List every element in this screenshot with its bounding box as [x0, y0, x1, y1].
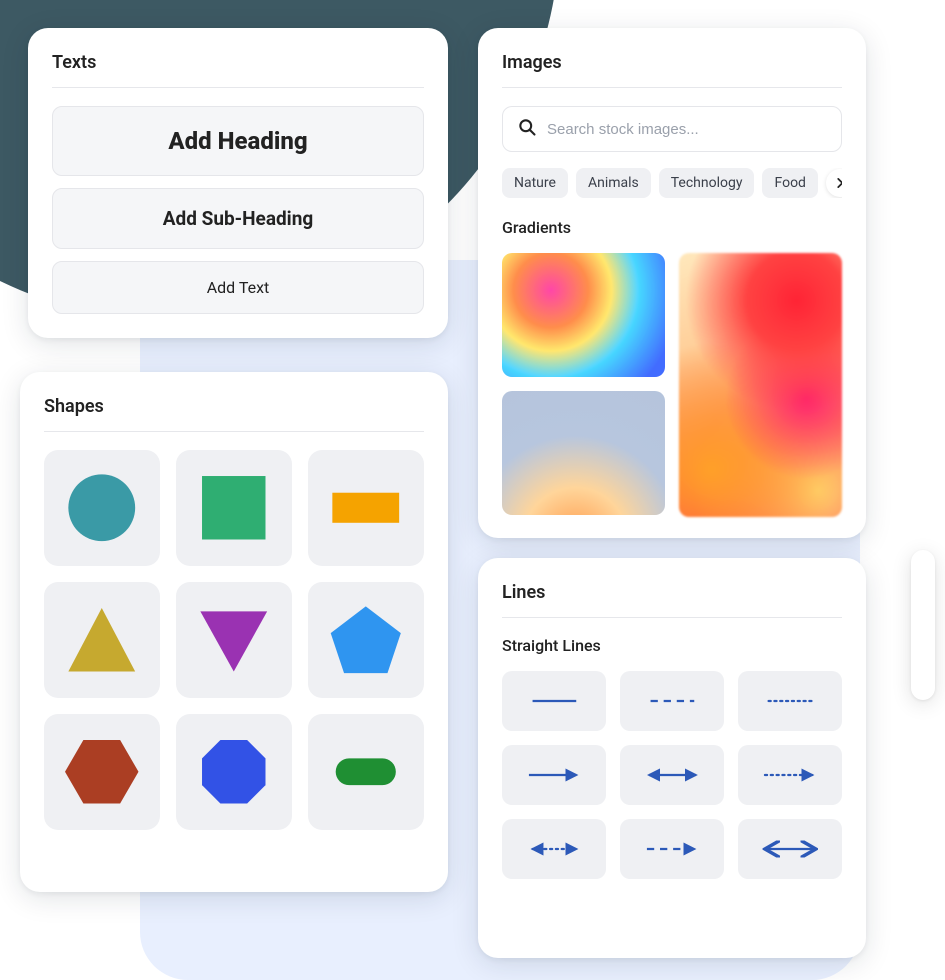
chip-technology[interactable]: Technology	[659, 168, 755, 198]
shape-rectangle[interactable]	[308, 450, 424, 566]
shape-triangle-down[interactable]	[176, 582, 292, 698]
images-title: Images	[502, 52, 842, 88]
shape-pentagon[interactable]	[308, 582, 424, 698]
lines-title: Lines	[502, 582, 842, 618]
line-dashed[interactable]	[620, 671, 724, 731]
image-search-input[interactable]	[547, 121, 827, 138]
image-category-chips: Nature Animals Technology Food	[502, 168, 842, 198]
scrollbar-handle[interactable]	[911, 550, 935, 700]
chip-nature[interactable]: Nature	[502, 168, 568, 198]
gradient-tile-1[interactable]	[502, 253, 665, 377]
shape-square[interactable]	[176, 450, 292, 566]
lines-panel: Lines Straight Lines	[478, 558, 866, 958]
line-arrow-right[interactable]	[502, 745, 606, 805]
chevron-right-icon	[833, 176, 842, 190]
chip-food[interactable]: Food	[762, 168, 817, 198]
line-dashed-arrow-right[interactable]	[620, 819, 724, 879]
line-arrow-both[interactable]	[620, 745, 724, 805]
line-solid[interactable]	[502, 671, 606, 731]
image-search[interactable]	[502, 106, 842, 152]
shape-octagon[interactable]	[176, 714, 292, 830]
line-dotted[interactable]	[738, 671, 842, 731]
line-dotted-arrow-both[interactable]	[502, 819, 606, 879]
gradient-tile-2[interactable]	[679, 253, 842, 517]
line-dotted-arrow-right[interactable]	[738, 745, 842, 805]
texts-panel: Texts Add Heading Add Sub-Heading Add Te…	[28, 28, 448, 338]
images-panel: Images Nature Animals Technology Food Gr…	[478, 28, 866, 538]
shape-triangle-up[interactable]	[44, 582, 160, 698]
lines-subtitle: Straight Lines	[502, 636, 842, 655]
shape-circle[interactable]	[44, 450, 160, 566]
shape-hexagon[interactable]	[44, 714, 160, 830]
gradient-tile-3[interactable]	[502, 391, 665, 515]
shape-capsule[interactable]	[308, 714, 424, 830]
add-text-button[interactable]: Add Text	[52, 261, 424, 314]
chip-animals[interactable]: Animals	[576, 168, 651, 198]
shapes-panel: Shapes	[20, 372, 448, 892]
add-heading-button[interactable]: Add Heading	[52, 106, 424, 176]
line-open-arrow-both[interactable]	[738, 819, 842, 879]
chips-scroll-right[interactable]	[826, 169, 842, 197]
search-icon	[517, 117, 537, 141]
gradients-subtitle: Gradients	[502, 218, 842, 237]
shapes-title: Shapes	[44, 396, 424, 432]
texts-title: Texts	[52, 52, 424, 88]
add-subheading-button[interactable]: Add Sub-Heading	[52, 188, 424, 249]
